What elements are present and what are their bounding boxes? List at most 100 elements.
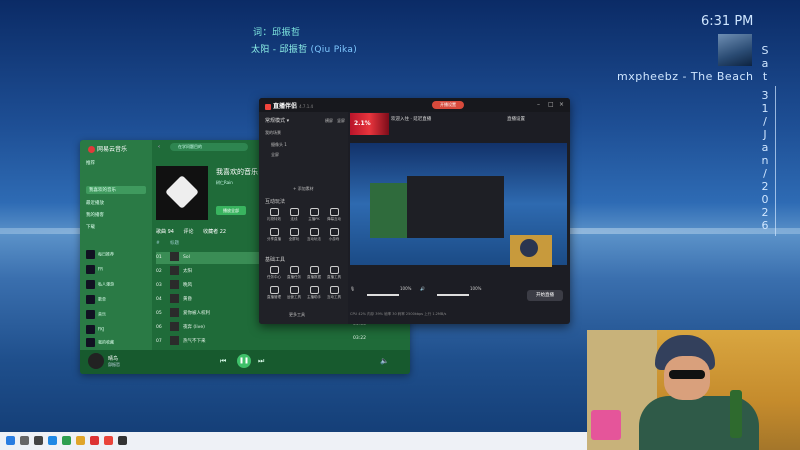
sidebar-playlist[interactable]: 每日推荐 [86, 250, 146, 261]
playlist-thumb [86, 280, 95, 289]
close-icon[interactable]: × [559, 101, 564, 108]
table-row[interactable]: 07 热气不下来 03:22 [156, 336, 406, 348]
tool-label: 任务中心 [267, 275, 281, 279]
vertical-date: Sa t 3 1/Ja n/2 0 2 6 [756, 44, 774, 232]
tool-label: 礼物特效 [267, 217, 281, 221]
scene-tab-portrait[interactable]: 竖屏 [337, 118, 345, 124]
nav-item-podcast[interactable]: 我的播客 [86, 212, 104, 218]
player-avatar[interactable] [88, 353, 104, 369]
stream-settings-button[interactable]: 开播设置 [432, 101, 464, 109]
mic-icon[interactable]: 🎙 [350, 286, 355, 291]
tab-comments[interactable]: 评论 [184, 229, 194, 235]
browser-icon[interactable] [48, 436, 57, 445]
nav-item-download[interactable]: 下载 [86, 224, 95, 230]
taskview-icon[interactable] [34, 436, 43, 445]
room-actions[interactable]: 直播设置 [507, 116, 525, 122]
tool-icon [309, 266, 319, 274]
live-companion-window[interactable]: 直播伴侣 4.7.1.4 开播设置 – □ × 常规模式 ▾ 横屏 竖屏 我的场… [259, 98, 570, 324]
start-icon[interactable] [6, 436, 15, 445]
search-icon[interactable] [20, 436, 29, 445]
tool-icon [269, 286, 279, 294]
music-icon[interactable] [90, 436, 99, 445]
scene-select[interactable]: 常规模式 ▾ [265, 117, 289, 124]
tool-label: 直播任务 [287, 275, 301, 279]
brand-icon [265, 103, 271, 110]
tool-button[interactable]: 直播任务 [285, 266, 303, 282]
speaker-icon[interactable]: 🔊 [420, 286, 425, 291]
player-artist: 邱振哲 [108, 362, 120, 367]
stream-preview[interactable] [350, 143, 567, 267]
add-material-button[interactable]: + 添加素材 [293, 186, 314, 192]
sidebar-playlist[interactable]: 歌单 [86, 295, 146, 306]
sidebar-playlist[interactable]: FKJ [86, 325, 146, 336]
nav-item-recent[interactable]: 最近播放 [86, 200, 104, 206]
sidebar-playlist[interactable]: 私人漫游 [86, 280, 146, 291]
playlist-tabs: 歌曲 94 评论 收藏者 22 [156, 228, 234, 235]
netease-logo-icon [88, 146, 95, 153]
tool-button[interactable]: 连线 [285, 208, 303, 224]
start-live-button[interactable]: 开始直播 [527, 290, 563, 301]
webcam-cup [591, 410, 621, 440]
search-input[interactable]: 在学问题目的 [170, 143, 248, 151]
more-tools-button[interactable]: 更多工具 [289, 312, 305, 318]
next-icon[interactable]: ⏭ [258, 357, 264, 366]
tool-icon [329, 228, 339, 236]
date-char: a [761, 57, 769, 70]
date-char: n [761, 154, 769, 167]
playlist-user[interactable]: 树仁Rain [216, 180, 233, 186]
tool-button[interactable]: 运营工具 [285, 286, 303, 302]
tab-collectors[interactable]: 收藏者 22 [203, 229, 226, 235]
tool-label: 直播管理 [267, 295, 281, 299]
tool-button[interactable]: 互动玩法 [305, 228, 323, 244]
date-char: a [761, 141, 769, 154]
files-icon[interactable] [76, 436, 85, 445]
minimize-icon[interactable]: – [537, 101, 540, 108]
app-icon[interactable] [118, 436, 127, 445]
tool-button[interactable]: 小游戏 [325, 228, 343, 244]
netease-logo: 网易云音乐 [88, 144, 127, 153]
volume-icon[interactable]: 🔈 [380, 357, 389, 365]
tab-songs[interactable]: 歌曲 94 [156, 229, 174, 235]
sidebar-playlist[interactable]: 我的收藏 [86, 338, 146, 349]
song-cover [170, 280, 179, 289]
tool-button[interactable]: 弹幕互动 [325, 208, 343, 224]
netease-sidebar: 网易云音乐 推荐 我喜欢的音乐 最近播放 我的播客 下载 每日推荐 FR 私人漫… [80, 140, 152, 350]
chat-icon[interactable] [62, 436, 71, 445]
tool-button[interactable]: 主播PK [305, 208, 323, 224]
scene-tab-landscape[interactable]: 横屏 [325, 118, 333, 124]
app-name: 网易云音乐 [97, 146, 128, 153]
lyrics-song: 太阳 - 邱振哲 (Qiu Pika) [251, 42, 357, 55]
play-pause-button[interactable]: ❚❚ [237, 354, 251, 368]
tool-icon [289, 208, 299, 216]
date-char: S [761, 44, 769, 57]
vertical-divider [775, 86, 776, 236]
stream-icon[interactable] [104, 436, 113, 445]
nav-item-liked-music[interactable]: 我喜欢的音乐 [86, 186, 146, 194]
source-item[interactable]: 全屏 [271, 152, 279, 158]
tool-button[interactable]: 直播工具 [325, 266, 343, 282]
mic-value: 100% [400, 286, 412, 291]
prev-icon[interactable]: ⏮ [220, 357, 226, 366]
date-char: 3 [761, 89, 769, 102]
sidebar-playlist[interactable]: FR [86, 265, 146, 276]
date-char: J [763, 128, 767, 141]
mic-slider[interactable] [367, 294, 399, 296]
source-item[interactable]: 摄像头 1 [271, 142, 287, 148]
sidebar-playlist[interactable]: 音乐 [86, 310, 146, 321]
nav-item-recommend[interactable]: 推荐 [86, 160, 95, 166]
tool-button[interactable]: 主播助手 [305, 286, 323, 302]
lyrics-credit: 词：邱振哲 [253, 28, 301, 38]
tool-button[interactable]: 直播数据 [305, 266, 323, 282]
tool-icon [309, 228, 319, 236]
maximize-icon[interactable]: □ [548, 101, 554, 108]
tool-icon [329, 266, 339, 274]
back-icon[interactable]: ‹ [158, 144, 160, 150]
tool-button[interactable]: 互动工具 [325, 286, 343, 302]
tool-button[interactable]: 直播管理 [265, 286, 283, 302]
tool-button[interactable]: 全屏玩 [285, 228, 303, 244]
speaker-slider[interactable] [437, 294, 469, 296]
tool-button[interactable]: 礼物特效 [265, 208, 283, 224]
tool-button[interactable]: 分享直播 [265, 228, 283, 244]
tool-button[interactable]: 任务中心 [265, 266, 283, 282]
play-all-button[interactable]: 播放全部 [216, 206, 246, 215]
